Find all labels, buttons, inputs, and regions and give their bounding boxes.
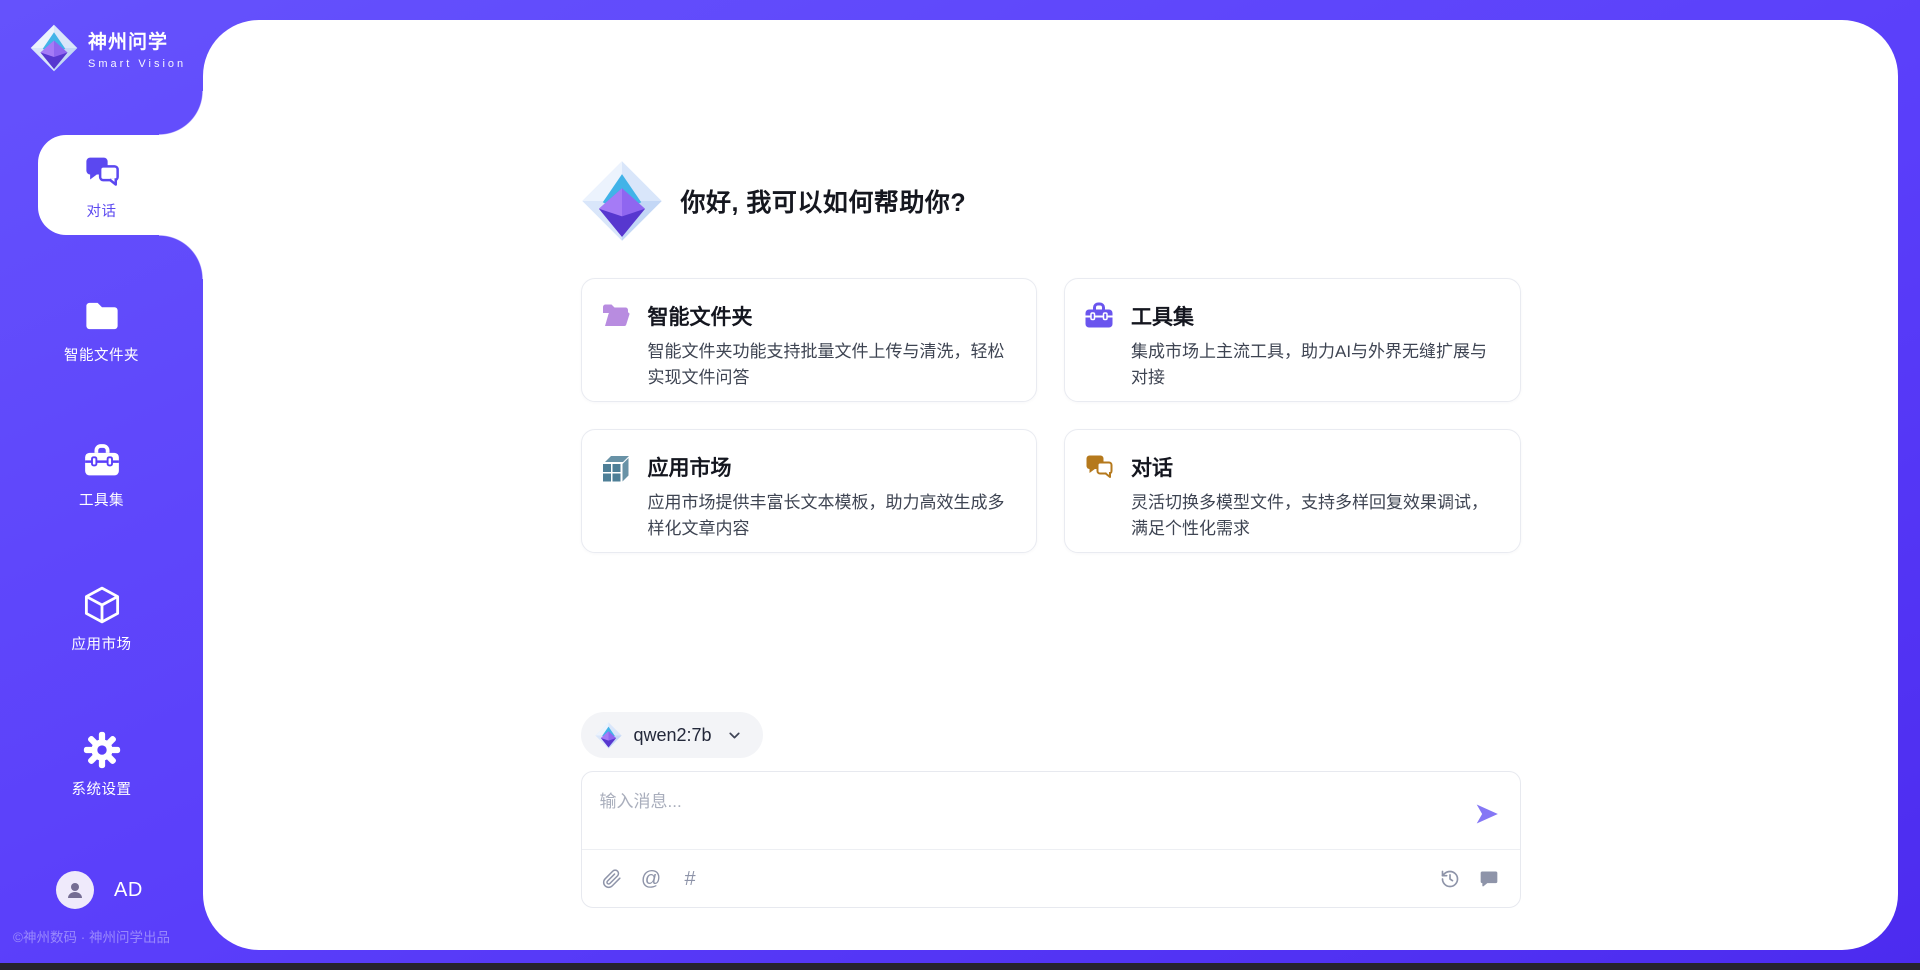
sidebar-item-settings[interactable]: 系统设置 bbox=[0, 730, 203, 799]
chat-icon bbox=[82, 152, 122, 192]
avatar bbox=[56, 871, 94, 909]
chat-icon bbox=[1083, 451, 1115, 483]
send-button[interactable] bbox=[1474, 801, 1500, 827]
sidebar: 神州问学 Smart Vision 对话 智能文件夹 工具集 bbox=[0, 0, 203, 970]
message-input[interactable] bbox=[582, 772, 1456, 846]
history-button[interactable] bbox=[1440, 868, 1461, 889]
card-description: 集成市场上主流工具，助力AI与外界无缝扩展与对接 bbox=[1131, 339, 1498, 391]
greeting-text: 你好, 我可以如何帮助你? bbox=[681, 183, 967, 219]
card-description: 应用市场提供丰富长文本模板，助力高效生成多样化文章内容 bbox=[648, 490, 1015, 542]
sidebar-item-label: 对话 bbox=[87, 200, 117, 221]
card-title: 智能文件夹 bbox=[648, 301, 753, 331]
user-icon bbox=[63, 878, 87, 902]
brand-logo: 神州问学 Smart Vision bbox=[30, 24, 186, 72]
toolbar-right bbox=[1440, 868, 1500, 889]
assistant-gem-icon bbox=[581, 160, 663, 242]
brand-text: 神州问学 Smart Vision bbox=[88, 27, 186, 70]
sidebar-item-app-market[interactable]: 应用市场 bbox=[0, 585, 203, 654]
history-icon bbox=[1440, 869, 1460, 889]
chevron-down-icon bbox=[726, 727, 743, 744]
sidebar-item-toolbox[interactable]: 工具集 bbox=[0, 441, 203, 510]
card-head: 智能文件夹 bbox=[600, 300, 1015, 332]
card-description: 灵活切换多模型文件，支持多样回复效果调试，满足个性化需求 bbox=[1131, 490, 1498, 542]
card-app-market[interactable]: 应用市场 应用市场提供丰富长文本模板，助力高效生成多样化文章内容 bbox=[581, 429, 1038, 553]
main-content: 你好, 我可以如何帮助你? 智能文件夹 智能文件夹功能支持批量文件上传与清洗，轻… bbox=[581, 20, 1521, 908]
chat-bubble-icon bbox=[1479, 869, 1499, 889]
user-initials: AD bbox=[114, 879, 143, 902]
hash-icon: # bbox=[684, 869, 695, 889]
model-selector[interactable]: qwen2:7b bbox=[581, 712, 763, 758]
card-title: 应用市场 bbox=[648, 452, 732, 482]
model-gem-icon bbox=[595, 722, 622, 749]
card-chat[interactable]: 对话 灵活切换多模型文件，支持多样回复效果调试，满足个性化需求 bbox=[1064, 429, 1521, 553]
brand-subtitle: Smart Vision bbox=[88, 58, 186, 70]
sidebar-item-label: 工具集 bbox=[79, 489, 124, 510]
card-description: 智能文件夹功能支持批量文件上传与清洗，轻松实现文件问答 bbox=[648, 339, 1015, 391]
gear-icon bbox=[82, 730, 122, 770]
send-icon bbox=[1474, 801, 1500, 827]
brand-gem-icon bbox=[30, 24, 78, 72]
card-toolbox[interactable]: 工具集 集成市场上主流工具，助力AI与外界无缝扩展与对接 bbox=[1064, 278, 1521, 402]
composer: @ # bbox=[581, 771, 1521, 908]
bottom-edge-strip bbox=[0, 963, 1920, 970]
card-head: 对话 bbox=[1083, 451, 1498, 483]
topic-button[interactable]: # bbox=[680, 868, 701, 889]
user-profile[interactable]: AD bbox=[0, 871, 203, 909]
card-head: 应用市场 bbox=[600, 451, 1015, 483]
card-title: 对话 bbox=[1131, 452, 1173, 482]
sidebar-item-label: 系统设置 bbox=[72, 778, 132, 799]
sidebar-item-smart-folder[interactable]: 智能文件夹 bbox=[0, 296, 203, 365]
folder-open-icon bbox=[600, 300, 632, 332]
card-title: 工具集 bbox=[1131, 301, 1194, 331]
main-panel: 你好, 我可以如何帮助你? 智能文件夹 智能文件夹功能支持批量文件上传与清洗，轻… bbox=[203, 20, 1898, 950]
grid-icon bbox=[600, 451, 632, 483]
cube-icon bbox=[82, 585, 122, 625]
greeting: 你好, 我可以如何帮助你? bbox=[581, 160, 1521, 242]
folder-icon bbox=[82, 296, 122, 336]
model-name: qwen2:7b bbox=[634, 725, 712, 746]
toolbox-icon bbox=[82, 441, 122, 481]
toolbar-left: @ # bbox=[602, 868, 701, 889]
attach-file-button[interactable] bbox=[602, 868, 623, 889]
mention-button[interactable]: @ bbox=[641, 868, 662, 889]
at-sign-icon: @ bbox=[641, 869, 661, 889]
card-smart-folder[interactable]: 智能文件夹 智能文件夹功能支持批量文件上传与清洗，轻松实现文件问答 bbox=[581, 278, 1038, 402]
sidebar-item-label: 应用市场 bbox=[72, 633, 132, 654]
new-chat-button[interactable] bbox=[1479, 868, 1500, 889]
sidebar-item-label: 智能文件夹 bbox=[64, 344, 139, 365]
copyright-text: ©神州数码 · 神州问学出品 bbox=[13, 926, 170, 946]
paperclip-icon bbox=[602, 869, 622, 889]
card-head: 工具集 bbox=[1083, 300, 1498, 332]
feature-cards: 智能文件夹 智能文件夹功能支持批量文件上传与清洗，轻松实现文件问答 工具集 集成… bbox=[581, 278, 1521, 553]
brand-name: 神州问学 bbox=[88, 27, 186, 54]
toolbox-icon bbox=[1083, 300, 1115, 332]
composer-toolbar: @ # bbox=[582, 850, 1520, 907]
sidebar-item-chat[interactable]: 对话 bbox=[0, 152, 203, 221]
